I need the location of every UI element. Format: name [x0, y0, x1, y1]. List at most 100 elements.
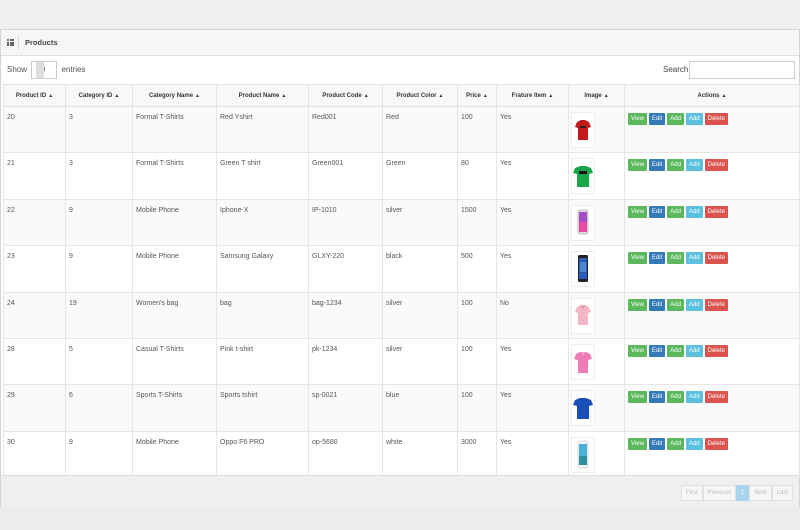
column-header[interactable]: Frature Item ▲ [496, 84, 569, 107]
view-button[interactable]: View [628, 113, 647, 125]
category-name: Mobile Phone [136, 206, 179, 214]
delete-button[interactable]: Delete [704, 344, 728, 357]
pagination-page-current[interactable]: 1 [735, 485, 750, 501]
product-name-cell: Oppo F6 PRO [216, 430, 309, 479]
column-header[interactable]: Actions ▲ [624, 84, 800, 107]
view-button[interactable]: View [628, 159, 647, 172]
featured-item-cell: Yes [496, 337, 569, 386]
add-button-secondary[interactable]: Add [685, 298, 703, 311]
price: 100 [461, 114, 473, 121]
product-name-cell: Green T shirt [216, 152, 309, 200]
add-button[interactable]: Add [667, 113, 684, 125]
price-cell: 500 [457, 245, 497, 293]
delete-button[interactable]: Delete [704, 437, 728, 450]
edit-button[interactable]: Edit [648, 159, 666, 172]
delete-button[interactable]: Delete [704, 205, 728, 218]
add-button[interactable]: Add [667, 344, 684, 357]
product-code-cell: op-5680 [308, 430, 383, 479]
delete-button[interactable]: Delete [704, 159, 728, 172]
add-button-secondary[interactable]: Add [685, 159, 703, 172]
delete-button[interactable]: Delete [704, 298, 728, 311]
view-button[interactable]: View [628, 437, 647, 450]
delete-button[interactable]: Delete [704, 252, 728, 265]
category-name-cell: Formal T-Shirts [132, 152, 217, 200]
edit-button[interactable]: Edit [648, 298, 666, 311]
edit-button[interactable]: Edit [648, 344, 666, 357]
pagination-previous[interactable]: Previous [702, 485, 736, 501]
column-header[interactable]: Product Color ▲ [382, 84, 458, 107]
actions-cell: View Edit Add Add Delete [624, 105, 800, 154]
column-header[interactable]: Product Name ▲ [216, 84, 309, 107]
category-name: Mobile Phone [136, 253, 179, 261]
iphone-image [571, 204, 595, 241]
column-header[interactable]: Product ID ▲ [3, 84, 66, 107]
panel-title: Products [18, 35, 58, 50]
add-button-secondary[interactable]: Add [685, 252, 703, 265]
view-button[interactable]: View [628, 205, 647, 218]
add-button-secondary[interactable]: Add [685, 344, 703, 357]
product-code: bag-1234 [312, 299, 342, 307]
product-id: 21 [7, 160, 15, 168]
pagination: First Previous 1 Next Last [680, 485, 793, 501]
add-button-secondary[interactable]: Add [685, 205, 703, 218]
entries-select[interactable]: 10 [31, 61, 58, 79]
table-row: 21 3 Formal T-Shirts Green T shirt Green001 G… [3, 152, 800, 200]
product-color-cell: Green [382, 152, 458, 200]
product-name-cell: Sports tshirt [216, 384, 309, 432]
add-button[interactable]: Add [667, 437, 684, 450]
view-button[interactable]: View [628, 391, 647, 404]
product-code-cell: sp-0021 [308, 384, 383, 432]
edit-button[interactable]: Edit [648, 391, 666, 404]
column-header[interactable]: Category ID ▲ [65, 84, 133, 107]
add-button[interactable]: Add [667, 205, 684, 218]
add-button[interactable]: Add [667, 252, 684, 265]
featured-item: Yes [500, 345, 512, 353]
price: 3000 [461, 438, 477, 446]
edit-button[interactable]: Edit [648, 437, 666, 450]
add-button-secondary[interactable]: Add [685, 113, 703, 125]
category-id: 19 [69, 299, 77, 307]
pagination-next[interactable]: Next [749, 485, 772, 501]
search-input[interactable] [689, 61, 795, 79]
product-color: silver [386, 206, 403, 214]
products-table: Product ID ▲ Category ID ▲ Category Name ▲ Pro… [3, 84, 800, 479]
add-button-secondary[interactable]: Add [685, 437, 703, 450]
table-row: 30 9 Mobile Phone Oppo F6 PRO op-5680 white 30… [3, 430, 800, 479]
product-name: Red Yshirt [220, 114, 253, 121]
product-code: Red001 [312, 114, 337, 121]
actions-cell: View Edit Add Add Delete [624, 337, 800, 386]
view-button[interactable]: View [628, 252, 647, 265]
pagination-last[interactable]: Last [771, 485, 793, 501]
view-button[interactable]: View [628, 344, 647, 357]
sort-icon: ▲ [195, 92, 200, 99]
column-header[interactable]: Product Code ▲ [308, 84, 383, 107]
category-id: 9 [69, 206, 73, 214]
edit-button[interactable]: Edit [648, 252, 666, 265]
category-id: 9 [69, 253, 73, 261]
column-header[interactable]: Category Name ▲ [132, 84, 217, 107]
actions-cell: View Edit Add Add Delete [624, 245, 800, 293]
category-id-cell: 6 [65, 384, 133, 432]
entries-length-control: Show 10 entries [7, 61, 86, 79]
column-header-label: Actions [697, 92, 720, 99]
view-button[interactable]: View [628, 298, 647, 311]
product-name: Iphone-X [220, 206, 249, 214]
category-id-cell: 9 [65, 198, 133, 247]
category-id: 5 [69, 345, 73, 353]
add-button[interactable]: Add [667, 391, 684, 404]
add-button[interactable]: Add [667, 159, 684, 172]
pagination-first[interactable]: First [680, 485, 703, 501]
edit-button[interactable]: Edit [648, 205, 666, 218]
column-header-label: Product Name [238, 92, 280, 99]
delete-button[interactable]: Delete [704, 113, 728, 125]
add-button-secondary[interactable]: Add [685, 391, 703, 404]
product-id: 23 [7, 253, 15, 261]
category-name: Sports T-Shirts [136, 392, 183, 400]
add-button[interactable]: Add [667, 298, 684, 311]
table-row: 29 6 Sports T-Shirts Sports tshirt sp-0021 bl… [3, 384, 800, 432]
edit-button[interactable]: Edit [648, 113, 666, 125]
column-header[interactable]: Image ▲ [568, 84, 625, 107]
delete-button[interactable]: Delete [704, 391, 728, 404]
column-header[interactable]: Price ▲ [457, 84, 497, 107]
panel-header: Products [1, 30, 799, 56]
